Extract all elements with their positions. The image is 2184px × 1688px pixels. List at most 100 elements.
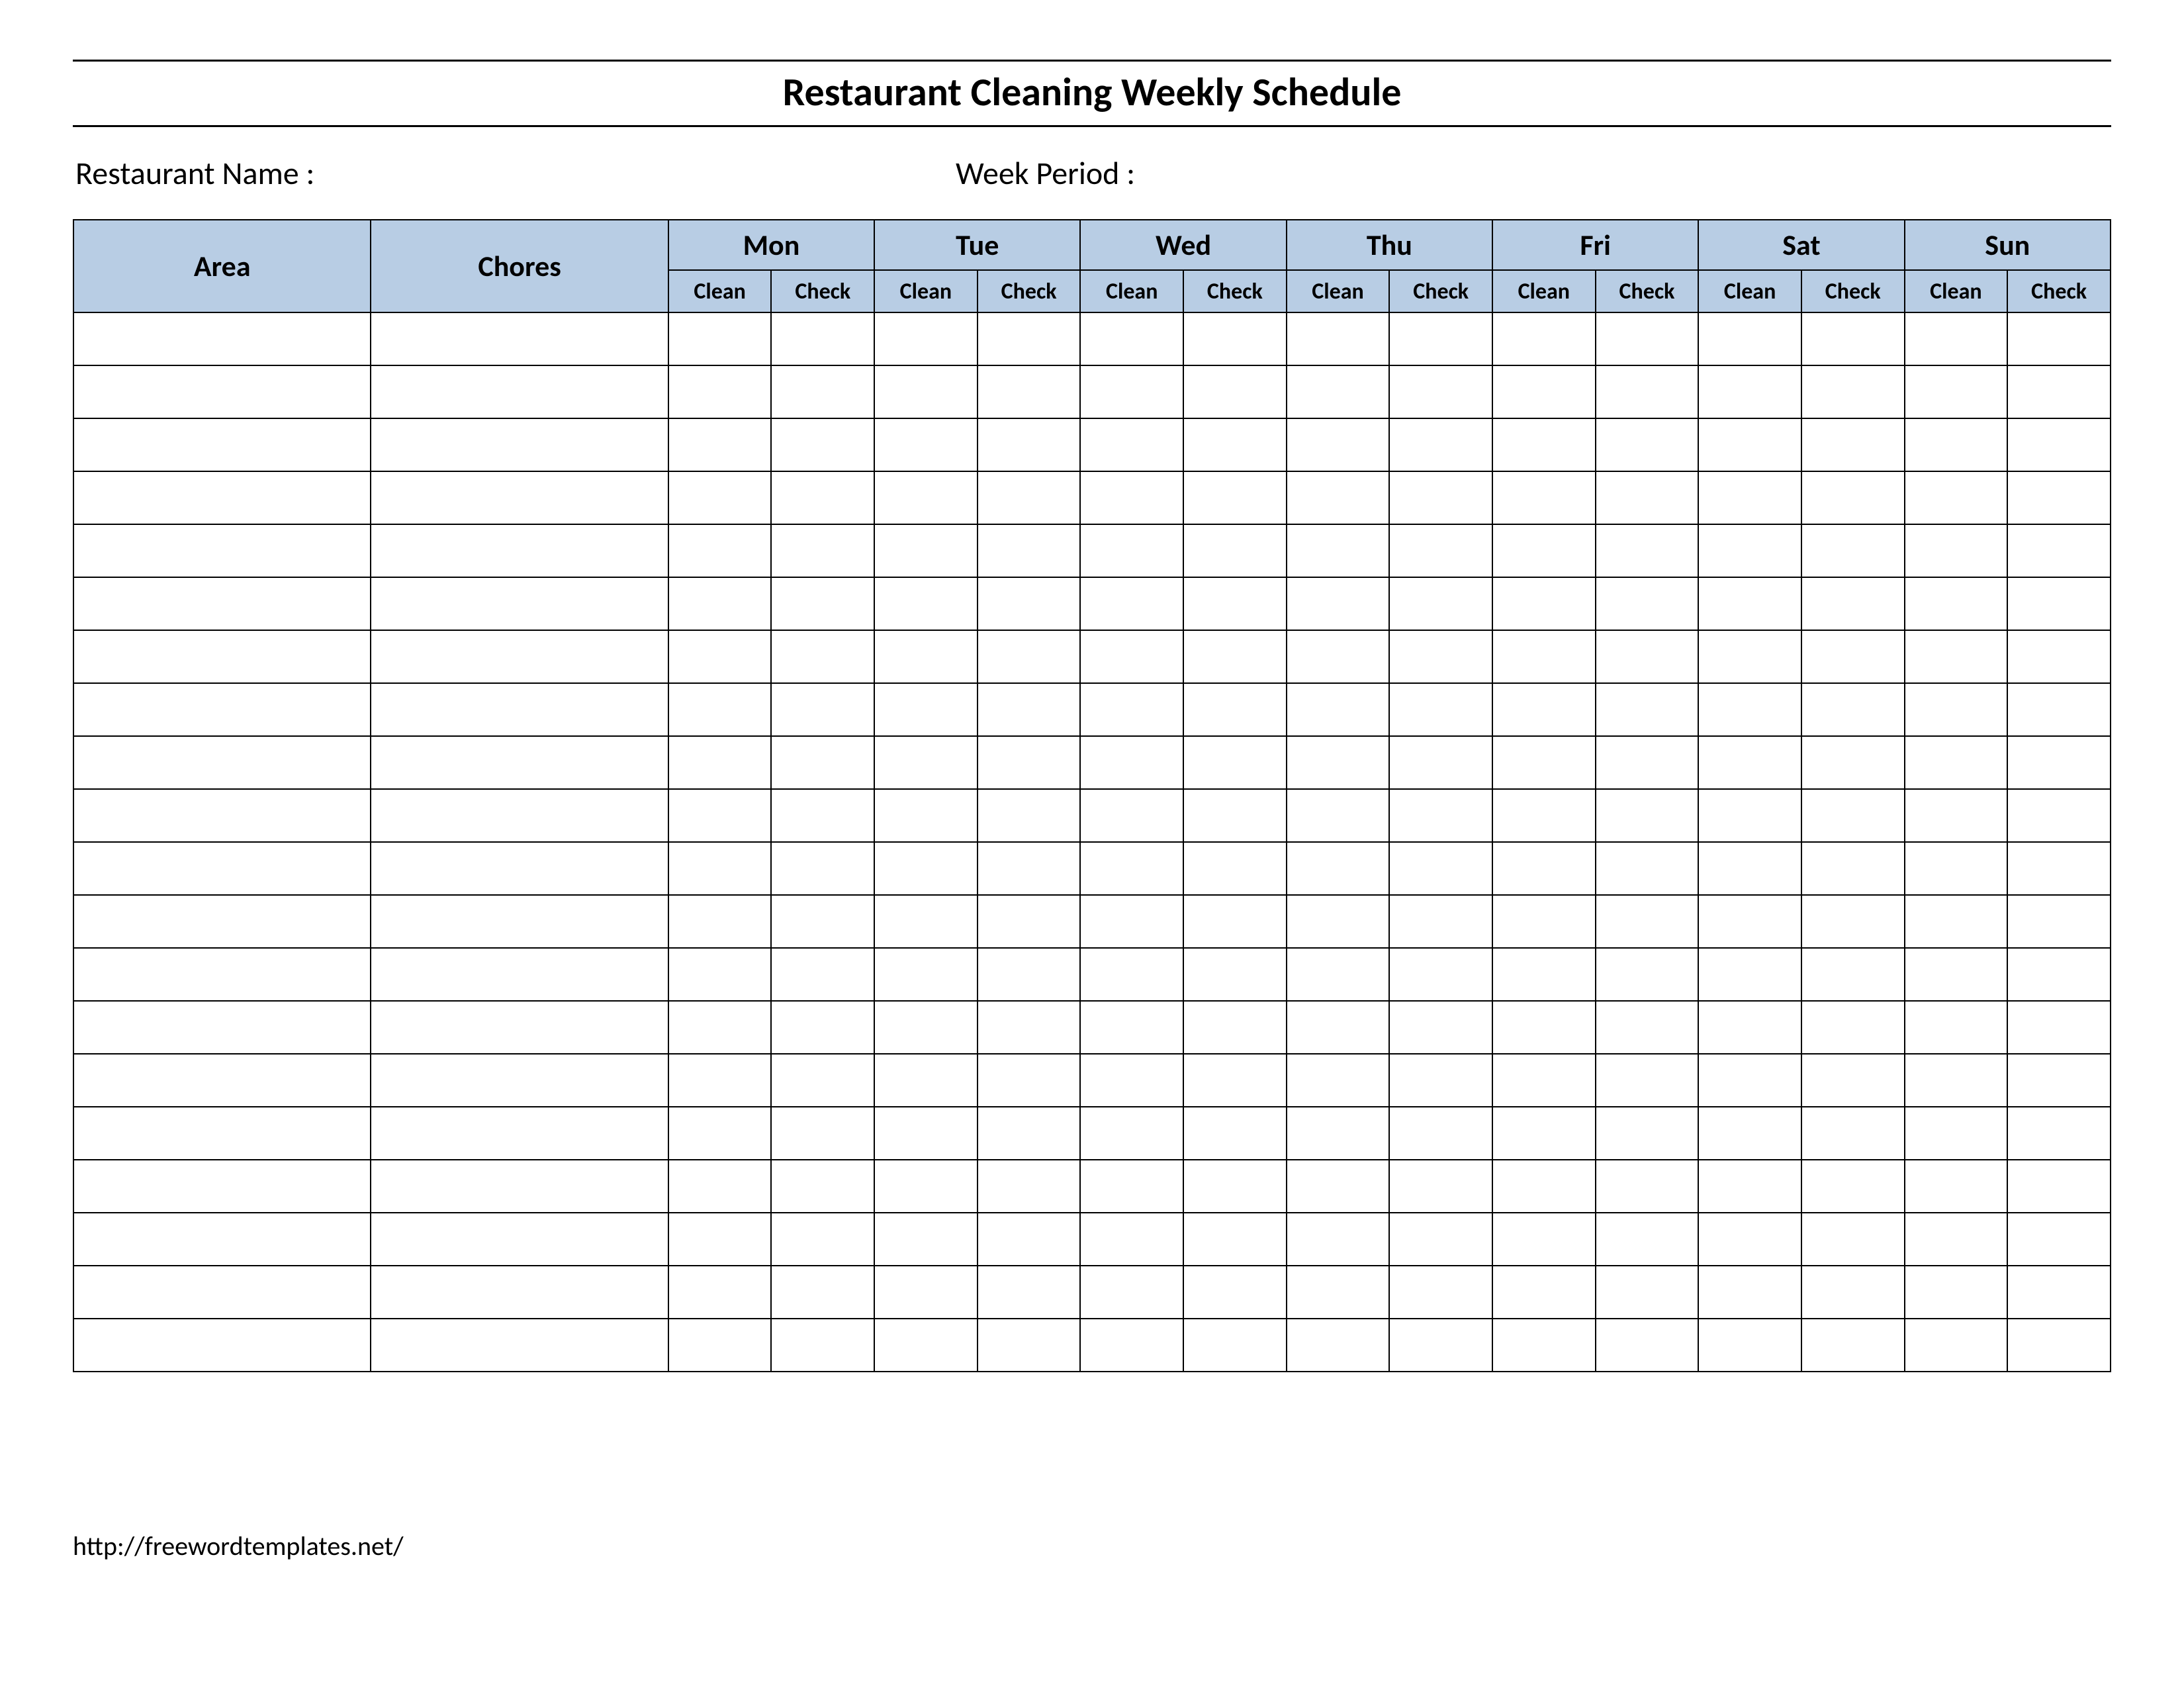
cell (1801, 1319, 1905, 1372)
cell (1801, 365, 1905, 418)
cell (978, 312, 1081, 365)
cell (1596, 1266, 1699, 1319)
cell (371, 1266, 668, 1319)
subheader-clean: Clean (1698, 270, 1801, 312)
cell (1389, 895, 1492, 948)
cell (2007, 895, 2111, 948)
cell (1287, 1266, 1390, 1319)
cell (978, 683, 1081, 736)
cell (73, 736, 371, 789)
cell (2007, 1107, 2111, 1160)
cell (371, 365, 668, 418)
cell (1801, 418, 1905, 471)
cell (1801, 1160, 1905, 1213)
cell (668, 683, 772, 736)
subheader-clean: Clean (1080, 270, 1183, 312)
table-row (73, 895, 2111, 948)
cell (2007, 418, 2111, 471)
cell (371, 418, 668, 471)
cell (874, 683, 978, 736)
cell (771, 365, 874, 418)
cell (1492, 789, 1596, 842)
cell (73, 1054, 371, 1107)
cell (73, 842, 371, 895)
cell (1596, 1001, 1699, 1054)
cell (1596, 312, 1699, 365)
table-row (73, 1266, 2111, 1319)
cell (1905, 1054, 2008, 1107)
cell (2007, 524, 2111, 577)
subheader-clean: Clean (1287, 270, 1390, 312)
cell (1389, 365, 1492, 418)
cell (874, 1319, 978, 1372)
cell (978, 577, 1081, 630)
cell (1183, 736, 1287, 789)
table-row (73, 683, 2111, 736)
cell (1389, 1054, 1492, 1107)
cell (771, 1001, 874, 1054)
table-row (73, 471, 2111, 524)
cell (874, 895, 978, 948)
cell (1287, 312, 1390, 365)
subheader-check: Check (771, 270, 874, 312)
cell (1080, 630, 1183, 683)
cell (668, 895, 772, 948)
cell (668, 1160, 772, 1213)
cell (1492, 418, 1596, 471)
cell (1287, 1107, 1390, 1160)
cell (1905, 948, 2008, 1001)
cell (1080, 1319, 1183, 1372)
cell (978, 630, 1081, 683)
cell (1698, 471, 1801, 524)
cell (874, 577, 978, 630)
cell (73, 524, 371, 577)
cell (668, 630, 772, 683)
page: Restaurant Cleaning Weekly Schedule Rest… (0, 0, 2184, 1688)
cell (1080, 789, 1183, 842)
cell (1801, 1054, 1905, 1107)
cell (1905, 524, 2008, 577)
cell (1183, 1054, 1287, 1107)
cell (2007, 1001, 2111, 1054)
cell (1287, 1054, 1390, 1107)
cell (1698, 1001, 1801, 1054)
cell (1801, 630, 1905, 683)
cell (1287, 842, 1390, 895)
cell (1389, 1213, 1492, 1266)
cell (668, 312, 772, 365)
cell (1596, 365, 1699, 418)
cell (1492, 312, 1596, 365)
cell (2007, 789, 2111, 842)
cell (1080, 577, 1183, 630)
cell (874, 1160, 978, 1213)
subheader-clean: Clean (1905, 270, 2008, 312)
cell (1287, 789, 1390, 842)
cell (1080, 736, 1183, 789)
cell (1080, 471, 1183, 524)
cell (668, 365, 772, 418)
cell (1801, 736, 1905, 789)
cell (371, 630, 668, 683)
cell (73, 1213, 371, 1266)
cell (1596, 948, 1699, 1001)
cell (1801, 789, 1905, 842)
cell (1596, 842, 1699, 895)
schedule-table: Area Chores Mon Tue Wed Thu Fri Sat Sun … (73, 219, 2111, 1372)
cell (978, 1054, 1081, 1107)
cell (874, 842, 978, 895)
cell (1183, 524, 1287, 577)
cell (978, 524, 1081, 577)
cell (1287, 471, 1390, 524)
cell (1905, 418, 2008, 471)
cell (1801, 948, 1905, 1001)
table-row (73, 1001, 2111, 1054)
cell (1596, 630, 1699, 683)
cell (1801, 683, 1905, 736)
cell (1801, 1001, 1905, 1054)
cell (1596, 1054, 1699, 1107)
cell (1698, 1160, 1801, 1213)
cell (1698, 312, 1801, 365)
cell (668, 1266, 772, 1319)
cell (1287, 1213, 1390, 1266)
cell (371, 1107, 668, 1160)
